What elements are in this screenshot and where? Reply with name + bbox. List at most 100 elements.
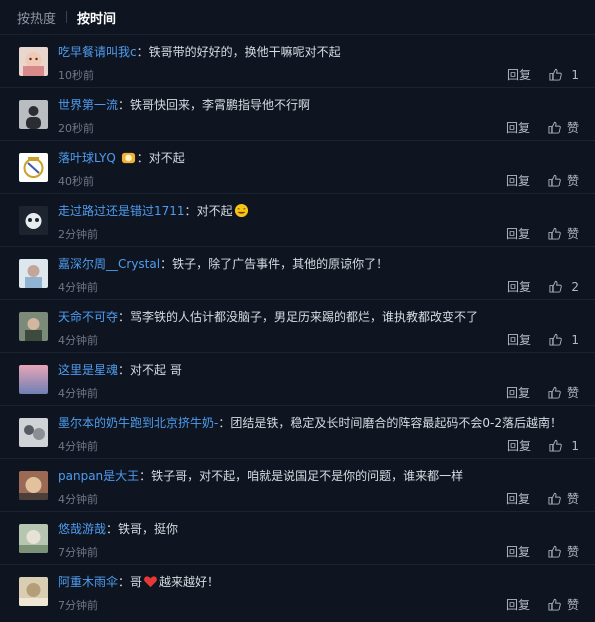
- comment-actions: 回复 赞: [506, 119, 579, 136]
- avatar[interactable]: [19, 577, 48, 606]
- tab-by-hot[interactable]: 按热度: [17, 8, 56, 27]
- comment-row: 悠哉游哉：铁哥，挺你 7分钟前 回复 赞: [0, 511, 595, 564]
- avatar[interactable]: [19, 471, 48, 500]
- colon: ：: [118, 98, 131, 112]
- reply-button[interactable]: 回复: [506, 225, 530, 242]
- reply-button[interactable]: 回复: [507, 437, 531, 454]
- thumbs-up-icon[interactable]: [549, 68, 562, 81]
- timestamp: 7分钟前: [58, 546, 98, 559]
- comment-actions: 回复 赞: [506, 596, 579, 613]
- comment-row: 世界第一流：铁哥快回来，李霄鹏指导他不行啊 20秒前 回复 赞: [0, 87, 595, 140]
- like-count[interactable]: 1: [568, 68, 579, 82]
- comment-text: 铁子哥，对不起，咱就是说国足不是你的问题，谁来都一样: [151, 469, 464, 483]
- avatar[interactable]: [19, 312, 48, 341]
- like-count[interactable]: 赞: [567, 596, 579, 613]
- like-count[interactable]: 1: [568, 439, 579, 453]
- comment-line: 这里是星魂：对不起 哥: [58, 362, 585, 378]
- username-link[interactable]: 墨尔本的奶牛跑到北京挤牛奶-: [58, 416, 218, 430]
- username-link[interactable]: 这里是星魂: [58, 363, 118, 377]
- comment-actions: 回复 赞: [506, 384, 579, 401]
- comment-text: 铁子，除了广告事件，其他的原谅你了！: [172, 257, 389, 271]
- avatar[interactable]: [19, 153, 48, 182]
- reply-button[interactable]: 回复: [507, 331, 531, 348]
- avatar[interactable]: [19, 365, 48, 394]
- colon: ：: [139, 469, 152, 483]
- avatar[interactable]: [19, 418, 48, 447]
- thumbs-up-icon[interactable]: [548, 492, 561, 505]
- timestamp: 4分钟前: [58, 387, 98, 400]
- comment-text: 铁哥带的好好的，换他干嘛呢对不起: [148, 45, 341, 59]
- comment-text: 骂李铁的人估计都没脑子，男足历来踢的都烂，谁执教都改变不了: [130, 310, 479, 324]
- username-link[interactable]: 走过路过还是错过1711: [58, 204, 185, 218]
- colon: ：: [136, 151, 149, 165]
- comment-row: 这里是星魂：对不起 哥 4分钟前 回复 赞: [0, 352, 595, 405]
- thumbs-up-icon[interactable]: [549, 333, 562, 346]
- timestamp: 10秒前: [58, 69, 94, 82]
- like-count[interactable]: 2: [568, 280, 579, 294]
- comment-line: panpan是大王：铁子哥，对不起，咱就是说国足不是你的问题，谁来都一样: [58, 468, 585, 484]
- comment-actions: 回复 2: [507, 278, 579, 295]
- colon: ：: [136, 45, 149, 59]
- like-count[interactable]: 赞: [567, 119, 579, 136]
- username-link[interactable]: 天命不可夺: [58, 310, 118, 324]
- comment-actions: 回复 1: [507, 437, 579, 454]
- username-link[interactable]: 世界第一流: [58, 98, 118, 112]
- comment-line: 阿重木雨伞：哥 越来越好！: [58, 574, 585, 590]
- timestamp: 7分钟前: [58, 599, 98, 612]
- comment-actions: 回复 赞: [506, 172, 579, 189]
- reply-button[interactable]: 回复: [506, 543, 530, 560]
- comment-list: 吃早餐请叫我c：铁哥带的好好的，换他干嘛呢对不起 10秒前 回复 1 世界第一流…: [0, 34, 595, 617]
- reply-button[interactable]: 回复: [506, 172, 530, 189]
- username-link[interactable]: panpan是大王: [58, 469, 139, 483]
- username-link[interactable]: 嘉深尔周__Crystal: [58, 257, 160, 271]
- comment-text-after: 越来越好！: [159, 575, 220, 589]
- avatar[interactable]: [19, 100, 48, 129]
- tab-by-time[interactable]: 按时间: [77, 8, 116, 27]
- avatar[interactable]: [19, 259, 48, 288]
- reply-button[interactable]: 回复: [507, 278, 531, 295]
- like-count[interactable]: 1: [568, 333, 579, 347]
- like-count[interactable]: 赞: [567, 490, 579, 507]
- badge-icon: [121, 152, 135, 164]
- reply-button[interactable]: 回复: [506, 490, 530, 507]
- timestamp: 4分钟前: [58, 440, 98, 453]
- thumbs-up-icon[interactable]: [548, 227, 561, 240]
- comment-line: 落叶球LYQ ：对不起: [58, 150, 585, 166]
- comment-row: 天命不可夺：骂李铁的人估计都没脑子，男足历来踢的都烂，谁执教都改变不了 4分钟前…: [0, 299, 595, 352]
- thumbs-up-icon[interactable]: [548, 174, 561, 187]
- timestamp: 4分钟前: [58, 334, 98, 347]
- comment-text: 团结是铁，稳定及长时间磨合的阵容最起码不会0-2落后越南！: [230, 416, 562, 430]
- reply-button[interactable]: 回复: [506, 596, 530, 613]
- avatar[interactable]: [19, 524, 48, 553]
- username-link[interactable]: 落叶球LYQ: [58, 151, 116, 165]
- comment-actions: 回复 赞: [506, 543, 579, 560]
- thumbs-up-icon[interactable]: [549, 280, 562, 293]
- thumbs-up-icon[interactable]: [549, 439, 562, 452]
- comment-row: 吃早餐请叫我c：铁哥带的好好的，换他干嘛呢对不起 10秒前 回复 1: [0, 34, 595, 87]
- avatar[interactable]: [19, 47, 48, 76]
- thumbs-up-icon[interactable]: [548, 386, 561, 399]
- comment-text-before: 哥: [130, 575, 143, 589]
- reply-button[interactable]: 回复: [506, 384, 530, 401]
- comment-row: 落叶球LYQ ：对不起 40秒前 回复 赞: [0, 140, 595, 193]
- like-count[interactable]: 赞: [567, 172, 579, 189]
- avatar[interactable]: [19, 206, 48, 235]
- comment-row: 墨尔本的奶牛跑到北京挤牛奶-：团结是铁，稳定及长时间磨合的阵容最起码不会0-2落…: [0, 405, 595, 458]
- like-count[interactable]: 赞: [567, 384, 579, 401]
- thumbs-up-icon[interactable]: [548, 121, 561, 134]
- username-link[interactable]: 阿重木雨伞: [58, 575, 118, 589]
- colon: ：: [160, 257, 173, 271]
- thumbs-up-icon[interactable]: [548, 598, 561, 611]
- comment-text: 铁哥，挺你: [118, 522, 179, 536]
- comment-row: 走过路过还是错过1711：对不起 2分钟前 回复 赞: [0, 193, 595, 246]
- reply-button[interactable]: 回复: [506, 119, 530, 136]
- like-count[interactable]: 赞: [567, 543, 579, 560]
- timestamp: 4分钟前: [58, 281, 98, 294]
- comment-line: 墨尔本的奶牛跑到北京挤牛奶-：团结是铁，稳定及长时间磨合的阵容最起码不会0-2落…: [58, 415, 585, 431]
- thumbs-up-icon[interactable]: [548, 545, 561, 558]
- username-link[interactable]: 吃早餐请叫我c: [58, 45, 137, 59]
- timestamp: 2分钟前: [58, 228, 98, 241]
- reply-button[interactable]: 回复: [507, 66, 531, 83]
- like-count[interactable]: 赞: [567, 225, 579, 242]
- username-link[interactable]: 悠哉游哉: [58, 522, 106, 536]
